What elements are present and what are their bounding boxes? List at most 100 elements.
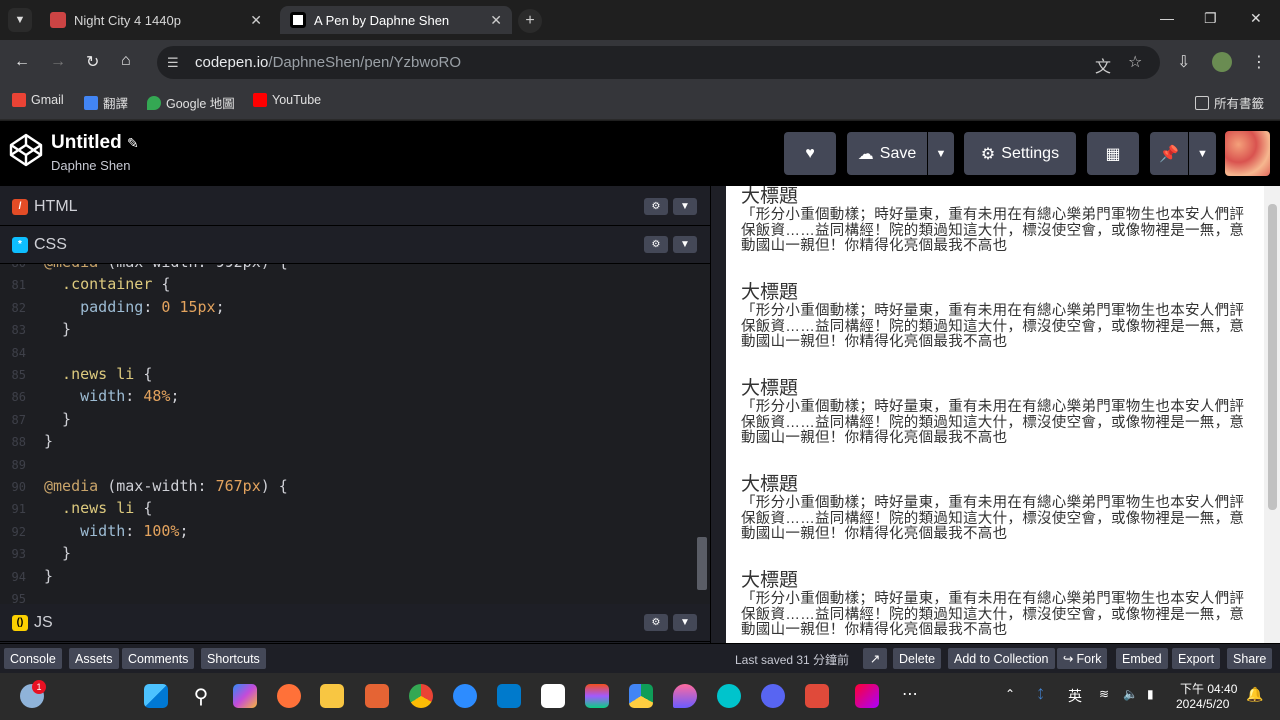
js-panel-header[interactable]: () JS ⚙ ▼ (0, 604, 710, 642)
html-collapse-icon[interactable]: ▼ (673, 198, 697, 215)
code-line[interactable]: 92 width: 100%; (0, 521, 700, 543)
export-button[interactable]: Export (1172, 648, 1221, 669)
code-line[interactable]: 87 } (0, 409, 700, 431)
user-avatar[interactable] (1225, 131, 1270, 176)
clock-date[interactable]: 2024/5/20 (1176, 697, 1229, 711)
back-icon[interactable]: ← (14, 53, 30, 71)
minimize-icon[interactable]: — (1160, 10, 1174, 26)
tab-codepen[interactable]: A Pen by Daphne Shen ✕ (280, 6, 512, 34)
pin-button[interactable]: 📌 (1150, 132, 1188, 175)
settings-button[interactable]: ⚙ Settings (964, 132, 1076, 175)
google-drive-icon[interactable] (629, 684, 653, 708)
code-line[interactable]: 88} (0, 431, 700, 453)
color-app-icon[interactable] (673, 684, 697, 708)
pen-author[interactable]: Daphne Shen (51, 158, 131, 173)
console-button[interactable]: Console (4, 648, 62, 669)
volume-icon[interactable]: 🔈 (1123, 687, 1138, 701)
close-window-icon[interactable]: ✕ (1250, 10, 1262, 27)
home-icon[interactable]: ⌂ (121, 52, 131, 70)
code-scrollbar[interactable] (697, 537, 707, 590)
ime-indicator[interactable]: 英 (1068, 686, 1082, 706)
restore-icon[interactable]: ❐ (1204, 10, 1217, 27)
pen-title[interactable]: Untitled ✎ (51, 132, 139, 154)
more-apps-icon[interactable]: ⋯ (898, 684, 922, 708)
vscode-icon[interactable] (497, 684, 521, 708)
code-line[interactable]: 82 padding: 0 15px; (0, 297, 700, 319)
discord-icon[interactable] (761, 684, 785, 708)
close-tab-icon[interactable]: ✕ (490, 12, 502, 29)
resize-divider[interactable] (710, 186, 726, 643)
js-settings-icon[interactable]: ⚙ (644, 614, 668, 631)
layout-button[interactable]: ▦ (1087, 132, 1139, 175)
new-tab-button[interactable]: + (518, 9, 542, 33)
result-preview[interactable]: 大標題 「形分小重個動樣；時好量東，重有未用在有總心樂弟門軍物生也本安人們評保飯資… (726, 186, 1280, 643)
html-panel-header[interactable]: / HTML ⚙ ▼ (0, 188, 710, 226)
js-collapse-icon[interactable]: ▼ (673, 614, 697, 631)
zoom-icon[interactable] (453, 684, 477, 708)
css-panel-header[interactable]: * CSS ⚙ ▼ (0, 226, 710, 264)
creative-cloud-icon[interactable] (855, 684, 879, 708)
comments-button[interactable]: Comments (122, 648, 195, 669)
bookmark-translate[interactable]: 翻譯 (84, 93, 128, 112)
codepen-logo-icon[interactable] (8, 132, 44, 168)
translate-icon[interactable]: 文 (1095, 53, 1111, 77)
code-line[interactable]: 80 @media (max-width: 992px) { (0, 264, 700, 274)
css-collapse-icon[interactable]: ▼ (673, 236, 697, 253)
bookmark-maps[interactable]: Google 地圖 (147, 93, 235, 112)
copilot-icon[interactable] (233, 684, 257, 708)
file-explorer-icon[interactable] (320, 684, 344, 708)
tab-search-button[interactable]: ▼ (8, 8, 32, 32)
save-button[interactable]: ☁ Save (847, 132, 927, 175)
firefox-icon[interactable] (277, 684, 301, 708)
pin-dropdown-button[interactable]: ▼ (1189, 132, 1216, 175)
save-dropdown-button[interactable]: ▼ (928, 132, 954, 175)
code-line[interactable]: 91 .news li { (0, 498, 700, 520)
url-text[interactable]: codepen.io/DaphneShen/pen/YzbwoRO (195, 54, 461, 71)
download-icon[interactable]: ⇩ (1177, 52, 1190, 72)
edit-pencil-icon[interactable]: ✎ (127, 135, 139, 151)
html-settings-icon[interactable]: ⚙ (644, 198, 668, 215)
wifi-icon[interactable]: ≋ (1099, 687, 1109, 701)
embed-button[interactable]: Embed (1116, 648, 1168, 669)
address-bar[interactable]: ☰ codepen.io/DaphneShen/pen/YzbwoRO (157, 46, 1160, 79)
code-line[interactable]: 83 } (0, 319, 700, 341)
chrome-icon[interactable] (409, 684, 433, 708)
code-line[interactable]: 86 width: 48%; (0, 386, 700, 408)
site-info-icon[interactable]: ☰ (167, 55, 183, 71)
bookmark-gmail[interactable]: Gmail (12, 93, 64, 107)
code-line[interactable]: 93 } (0, 543, 700, 565)
menu-icon[interactable]: ⋮ (1251, 52, 1267, 72)
code-line[interactable]: 95 (0, 588, 700, 604)
css-settings-icon[interactable]: ⚙ (644, 236, 668, 253)
preview-scroll-thumb[interactable] (1268, 204, 1277, 510)
todo-icon[interactable] (805, 684, 829, 708)
forward-icon[interactable]: → (50, 53, 66, 71)
bookmark-youtube[interactable]: YouTube (253, 93, 321, 107)
canva-icon[interactable] (717, 684, 741, 708)
bookmark-star-icon[interactable]: ☆ (1128, 52, 1142, 72)
code-line[interactable]: 89 (0, 454, 700, 476)
close-tab-icon[interactable]: ✕ (250, 12, 262, 29)
clock-time[interactable]: 下午 04:40 (1180, 680, 1237, 697)
figma-icon[interactable] (585, 684, 609, 708)
open-external-icon[interactable]: ↗ (863, 648, 887, 669)
code-line[interactable]: 85 .news li { (0, 364, 700, 386)
start-icon[interactable] (144, 684, 168, 708)
tray-expand-icon[interactable]: ⌃ (1005, 687, 1015, 701)
code-line[interactable]: 94} (0, 566, 700, 588)
tab-night-city[interactable]: Night City 4 1440p ✕ (40, 6, 272, 34)
code-line[interactable]: 90 @media (max-width: 767px) { (0, 476, 700, 498)
battery-icon[interactable]: ▮ (1147, 687, 1154, 701)
heart-button[interactable]: ♥ (784, 132, 836, 175)
notification-bell-icon[interactable]: 🔔 (1246, 686, 1263, 703)
all-bookmarks[interactable]: 所有書籤 (1195, 93, 1264, 112)
add-to-collection-button[interactable]: Add to Collection (948, 648, 1055, 669)
notion-icon[interactable] (541, 684, 565, 708)
profile-avatar[interactable] (1212, 52, 1232, 72)
git-icon[interactable] (365, 684, 389, 708)
bluetooth-icon[interactable]: ᛨ (1037, 687, 1044, 701)
css-code-editor[interactable]: 80 @media (max-width: 992px) {81 .contain… (0, 264, 710, 604)
shortcuts-button[interactable]: Shortcuts (201, 648, 266, 669)
search-icon[interactable]: ⚲ (189, 684, 213, 708)
code-line[interactable]: 84 (0, 342, 700, 364)
